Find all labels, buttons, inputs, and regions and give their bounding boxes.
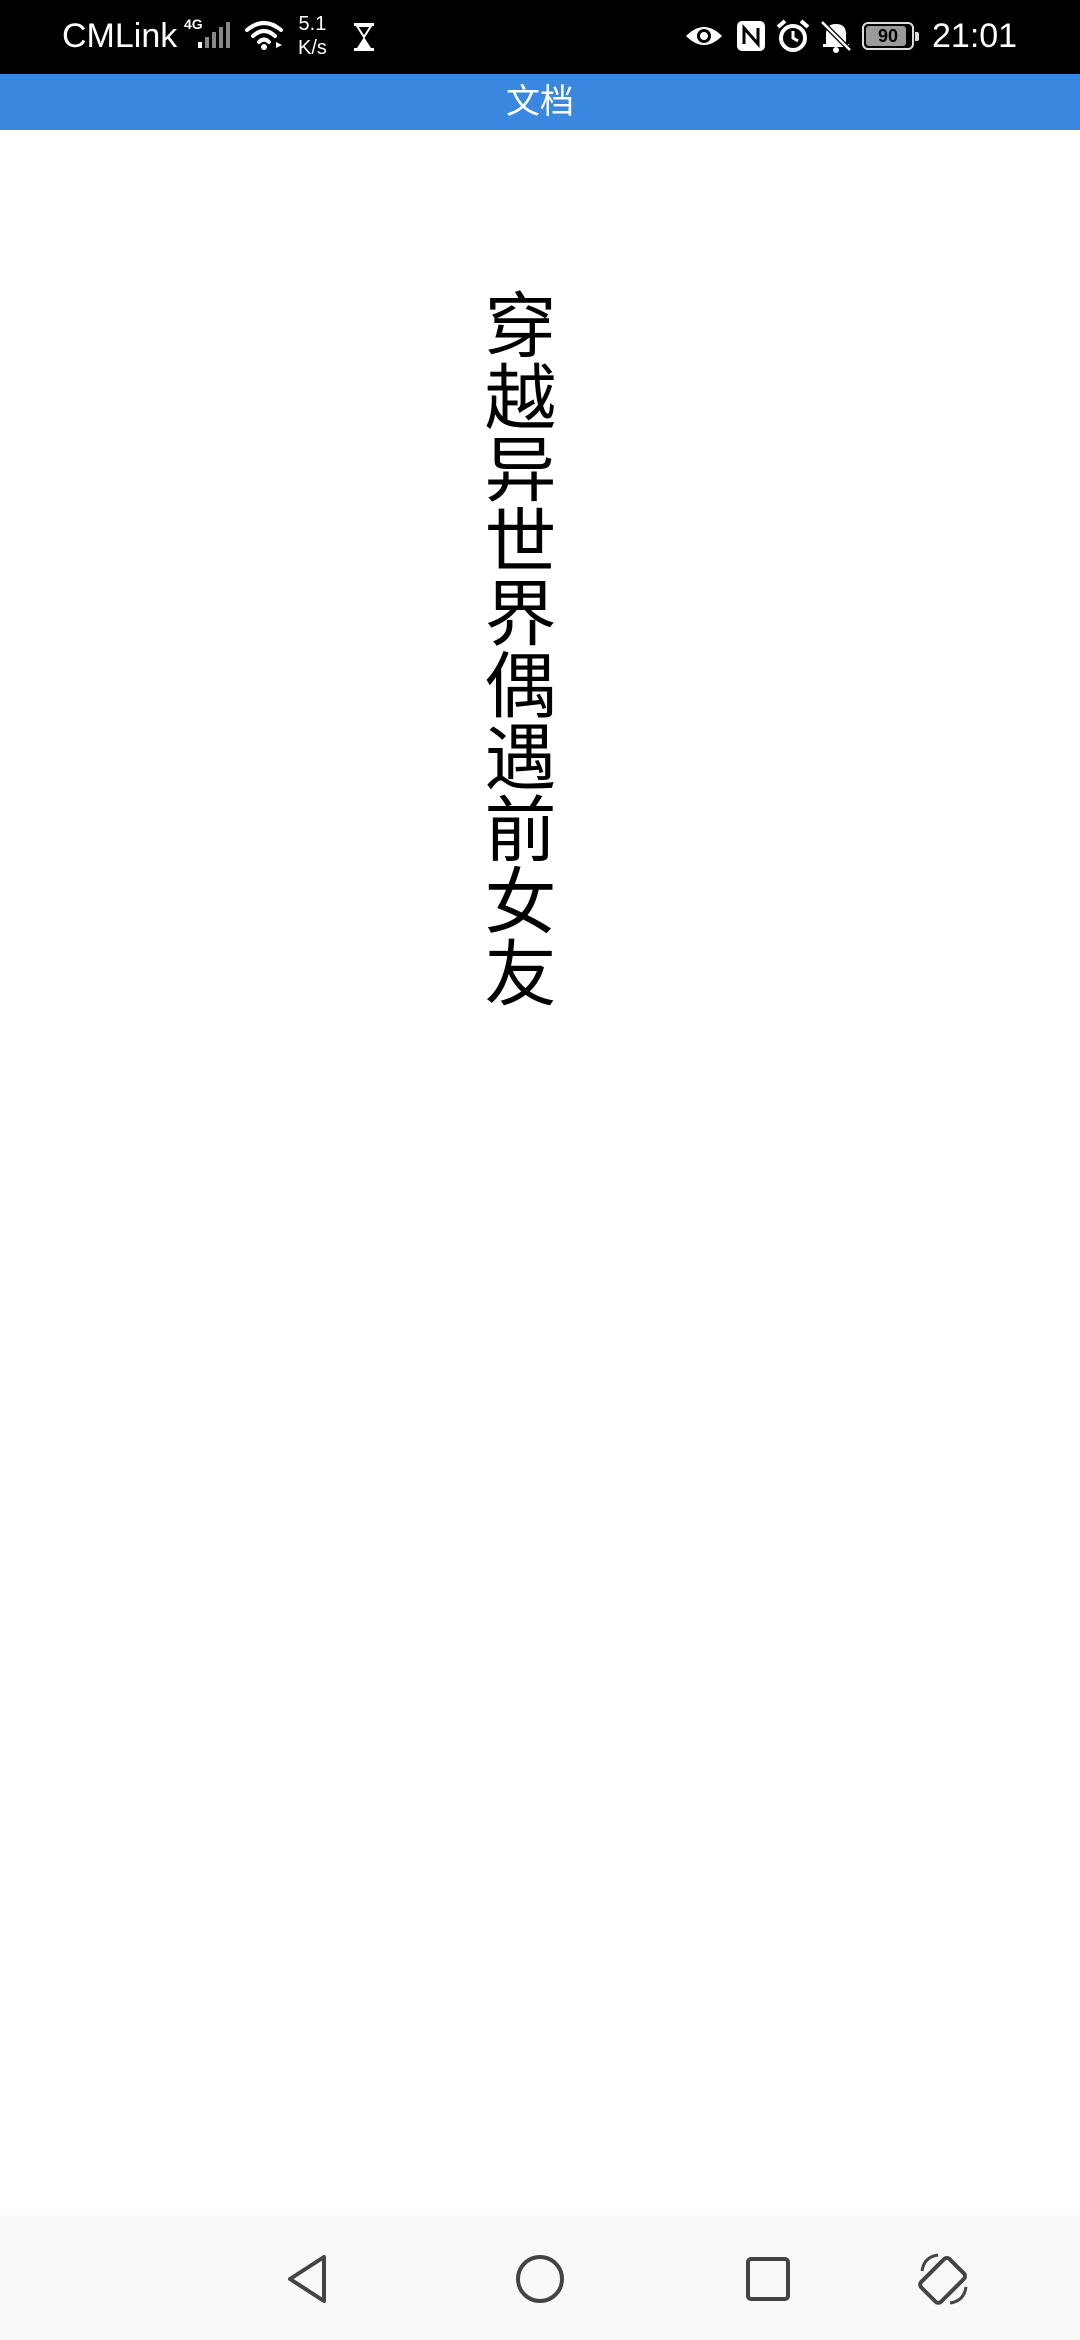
home-button[interactable] [508, 2247, 572, 2311]
page-title: 文档 [506, 82, 574, 122]
signal-icon [196, 20, 236, 54]
recent-apps-button[interactable] [736, 2247, 800, 2311]
rotate-screen-button[interactable] [912, 2247, 976, 2311]
document-content[interactable]: 穿越异世界偶遇前女友 [0, 130, 1080, 2215]
battery-level: 90 [877, 26, 899, 46]
recent-apps-icon [746, 2257, 790, 2301]
rotate-screen-icon [918, 2253, 968, 2305]
battery-icon: 90 [862, 22, 919, 50]
status-bar: CMLink 4G 5.1 K/s 90 21:01 [0, 0, 1080, 74]
speed-value: 5.1 [298, 13, 327, 35]
app-bar: 文档 [0, 74, 1080, 130]
carrier-name: CMLink [62, 17, 178, 55]
wifi-icon [244, 18, 284, 56]
nfc-icon [736, 20, 766, 56]
eye-icon [684, 22, 724, 54]
clock: 21:01 [932, 17, 1018, 55]
back-icon [288, 2255, 326, 2303]
network-speed: 5.1 K/s [298, 12, 327, 60]
home-icon [516, 2255, 564, 2303]
back-button[interactable] [278, 2247, 342, 2311]
hourglass-icon [352, 22, 376, 56]
bell-off-icon [818, 18, 854, 58]
alarm-icon [775, 18, 811, 58]
speed-unit: K/s [298, 37, 327, 59]
document-title: 穿越异世界偶遇前女友 [472, 288, 556, 1008]
navigation-bar [0, 2215, 1080, 2340]
